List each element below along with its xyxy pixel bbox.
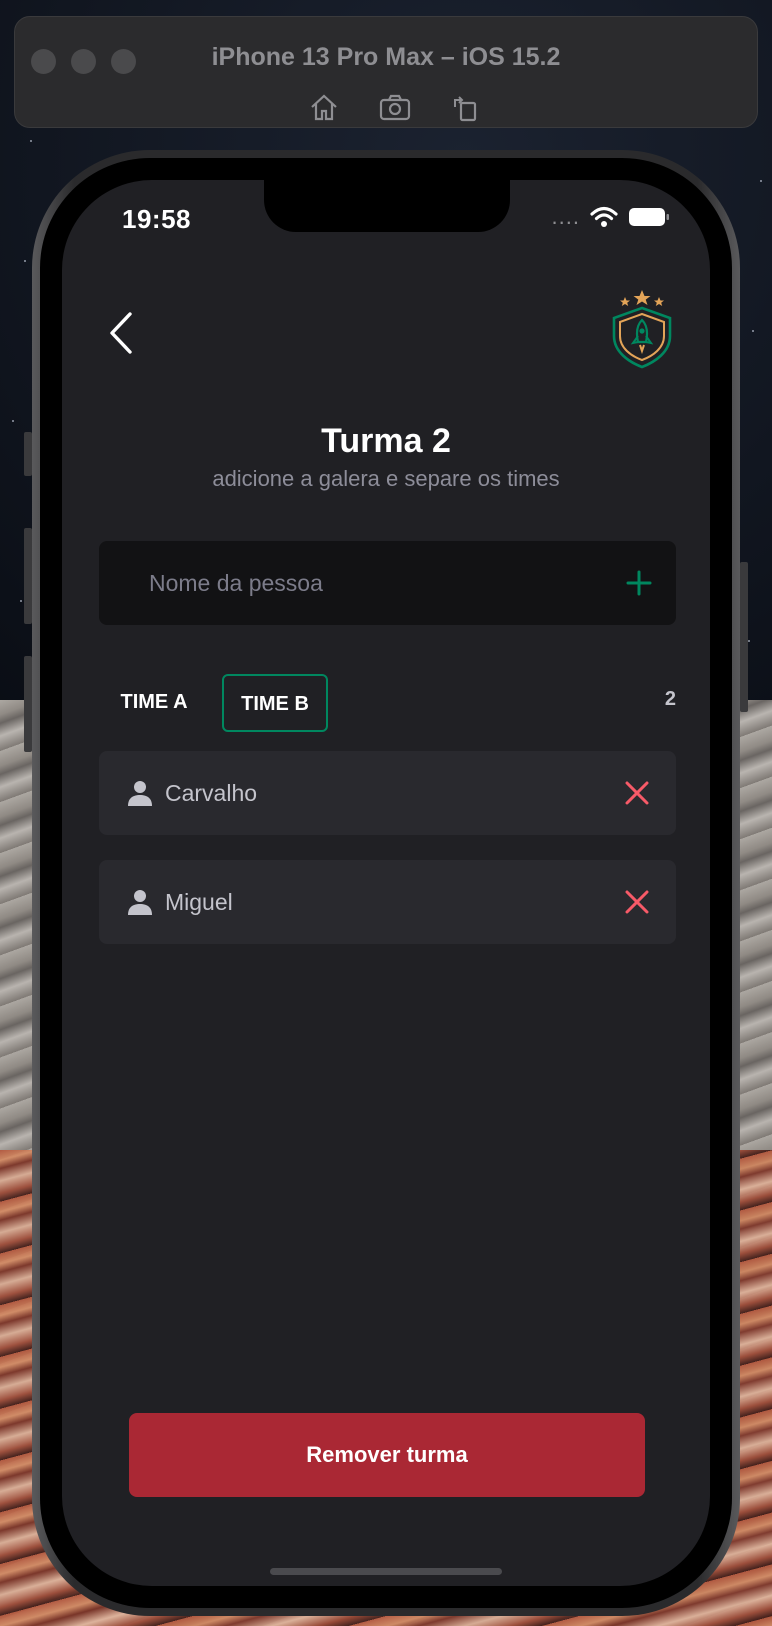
close-icon <box>625 781 649 805</box>
wifi-icon <box>590 206 618 227</box>
add-player-button[interactable] <box>619 563 659 603</box>
power-button <box>740 562 748 712</box>
player-count: 2 <box>664 688 676 710</box>
player-card: Miguel <box>99 860 676 944</box>
player-name-input[interactable] <box>149 541 589 625</box>
plus-icon <box>626 570 652 596</box>
remove-class-button[interactable]: Remover turma <box>129 1413 645 1497</box>
remove-player-button[interactable] <box>619 884 655 920</box>
status-icons: .... <box>552 202 670 232</box>
app-screen: 19:58 .... Turma 2 adicione a galera e s… <box>62 180 710 1586</box>
user-icon <box>128 890 152 915</box>
close-icon <box>625 890 649 914</box>
tab-time-a[interactable]: TIME A <box>99 674 209 732</box>
volume-up-button <box>24 528 32 624</box>
home-indicator <box>270 1568 502 1575</box>
app-logo <box>607 290 677 370</box>
simulator-title: iPhone 13 Pro Max – iOS 15.2 <box>211 43 561 71</box>
battery-icon <box>629 208 669 226</box>
tab-time-b[interactable]: TIME B <box>222 674 328 732</box>
signal-icon: .... <box>551 204 580 229</box>
page-subtitle: adicione a galera e separe os times <box>212 466 560 491</box>
user-icon <box>128 781 152 806</box>
rocket-shield-logo <box>612 290 672 369</box>
screenshot-icon[interactable] <box>379 93 413 123</box>
volume-down-button <box>24 656 32 752</box>
player-name: Carvalho <box>165 780 258 806</box>
rotate-icon[interactable] <box>449 93 483 123</box>
player-name: Miguel <box>165 889 233 915</box>
back-button[interactable] <box>106 308 146 358</box>
add-player-form <box>99 541 676 625</box>
chevron-left-icon <box>110 312 132 354</box>
home-icon[interactable] <box>307 93 341 123</box>
player-card: Carvalho <box>99 751 676 835</box>
simulator-title-bar: iPhone 13 Pro Max – iOS 15.2 <box>14 16 758 128</box>
mute-switch <box>24 432 32 476</box>
notch <box>264 180 510 232</box>
remove-player-button[interactable] <box>619 775 655 811</box>
status-time: 19:58 <box>122 204 191 234</box>
page-title: Turma 2 <box>321 422 451 460</box>
